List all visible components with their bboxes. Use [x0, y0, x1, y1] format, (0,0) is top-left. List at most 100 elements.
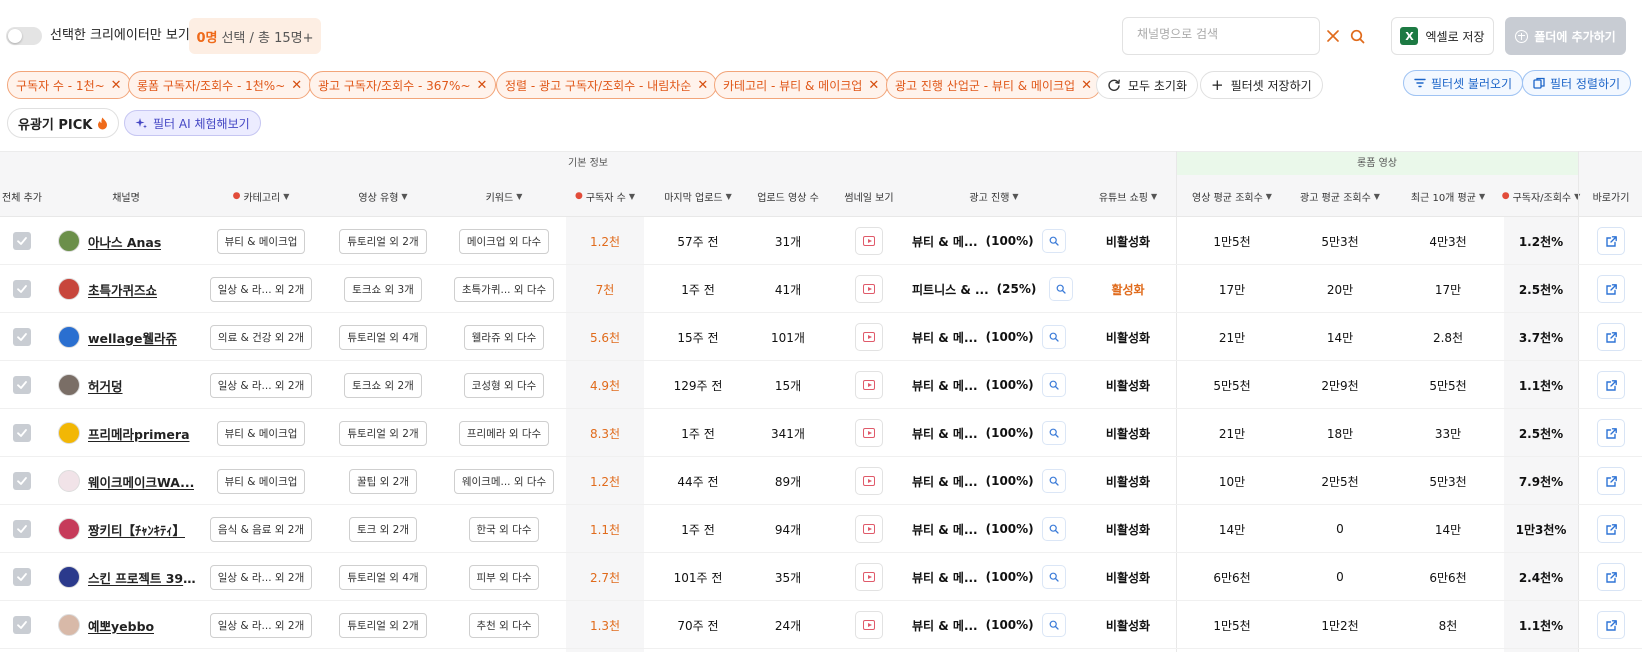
category-tag[interactable]: 뷰티 & 메이크업 — [216, 468, 306, 494]
header-ad-avg-views[interactable]: 광고 평균 조회수 ▼ — [1286, 175, 1394, 217]
search-input[interactable] — [1137, 27, 1277, 41]
keyword-tag[interactable]: 초특가퀴... 외 다수 — [453, 276, 555, 302]
video-type-tag[interactable]: 튜토리얼 외 4개 — [339, 324, 427, 350]
channel-name-link[interactable]: 허거덩 — [88, 376, 123, 395]
open-channel-button[interactable] — [1597, 563, 1625, 591]
header-last-upload[interactable]: 마지막 업로드 ▼ — [648, 175, 748, 217]
clear-search-icon[interactable] — [1325, 28, 1341, 44]
category-tag[interactable]: 의료 & 건강 외 2개 — [209, 324, 313, 350]
keyword-tag[interactable]: 메이크업 외 다수 — [458, 228, 550, 254]
video-type-tag[interactable]: 토크 외 2개 — [349, 516, 417, 542]
channel-name-link[interactable]: 짱키티【ﾁｬﾝｷﾃｨ】 — [88, 520, 185, 539]
category-tag[interactable]: 음식 & 음료 외 2개 — [209, 516, 313, 542]
thumbnail-button[interactable] — [855, 515, 883, 543]
channel-name-link[interactable]: 스킨 프로젝트 3901 — [88, 568, 196, 587]
thumbnail-button[interactable] — [855, 419, 883, 447]
ad-detail-button[interactable] — [1041, 565, 1066, 589]
ad-detail-button[interactable] — [1041, 373, 1066, 397]
header-keyword[interactable]: 키워드 ▼ — [446, 175, 562, 217]
close-icon[interactable]: ✕ — [111, 79, 122, 92]
row-checkbox[interactable] — [13, 376, 31, 394]
excel-export-button[interactable]: X 엑셀로 저장 — [1391, 17, 1494, 55]
close-icon[interactable]: ✕ — [868, 79, 879, 92]
video-type-tag[interactable]: 토크쇼 외 3개 — [344, 276, 422, 302]
thumbnail-button[interactable] — [855, 323, 883, 351]
close-icon[interactable]: ✕ — [697, 79, 708, 92]
header-avg-views[interactable]: 영상 평균 조회수 ▼ — [1178, 175, 1286, 217]
header-select-all[interactable]: 전체 추가 — [0, 175, 44, 217]
header-sub-ratio[interactable]: ●구독자/조회수▼ — [1502, 175, 1581, 217]
channel-name-link[interactable]: 초특가퀴즈쇼 — [88, 280, 157, 299]
load-filterset-button[interactable]: 필터셋 불러오기 — [1403, 70, 1524, 96]
pick-button[interactable]: 유광기 PICK — [7, 108, 120, 138]
ad-detail-button[interactable] — [1041, 421, 1066, 445]
keyword-tag[interactable]: 피부 외 다수 — [468, 564, 540, 590]
row-checkbox[interactable] — [13, 520, 31, 538]
row-checkbox[interactable] — [13, 424, 31, 442]
video-type-tag[interactable]: 꿀팁 외 2개 — [349, 468, 417, 494]
filter-chip-sort[interactable]: 정렬 - 광고 구독자/조회수 - 내림차순 ✕ — [496, 71, 718, 99]
header-ad[interactable]: 광고 진행 ▼ — [908, 175, 1080, 217]
category-tag[interactable]: 뷰티 & 메이크업 — [216, 228, 306, 254]
category-tag[interactable]: 일상 & 라... 외 2개 — [209, 564, 313, 590]
search-icon[interactable] — [1348, 27, 1366, 45]
category-tag[interactable]: 일상 & 라... 외 2개 — [209, 276, 313, 302]
filter-chip-longform-ratio[interactable]: 롱폼 구독자/조회수 - 1천%~ ✕ — [128, 71, 312, 99]
thumbnail-button[interactable] — [855, 371, 883, 399]
keyword-tag[interactable]: 웰라쥬 외 다수 — [463, 324, 545, 350]
ad-detail-button[interactable] — [1048, 277, 1073, 301]
open-channel-button[interactable] — [1597, 611, 1625, 639]
row-checkbox[interactable] — [13, 472, 31, 490]
category-tag[interactable]: 일상 & 라... 외 2개 — [209, 372, 313, 398]
keyword-tag[interactable]: 추천 외 다수 — [468, 612, 540, 638]
row-checkbox[interactable] — [13, 280, 31, 298]
row-checkbox[interactable] — [13, 568, 31, 586]
thumbnail-button[interactable] — [855, 275, 883, 303]
thumbnail-button[interactable] — [855, 611, 883, 639]
category-tag[interactable]: 뷰티 & 메이크업 — [216, 420, 306, 446]
header-video-type[interactable]: 영상 유형 ▼ — [324, 175, 442, 217]
selected-only-toggle[interactable] — [6, 27, 42, 45]
sort-filters-button[interactable]: 필터 정렬하기 — [1522, 70, 1632, 96]
filter-chip-ad-ratio[interactable]: 광고 구독자/조회수 - 367%~ ✕ — [309, 71, 497, 99]
filter-chip-subscribers[interactable]: 구독자 수 - 1천~ ✕ — [7, 71, 131, 99]
category-tag[interactable]: 일상 & 라... 외 2개 — [209, 612, 313, 638]
filter-chip-category[interactable]: 카테고리 - 뷰티 & 메이크업 ✕ — [714, 71, 889, 99]
add-to-folder-button[interactable]: 폴더에 추가하기 — [1505, 17, 1626, 55]
keyword-tag[interactable]: 웨이크메... 외 다수 — [453, 468, 555, 494]
video-type-tag[interactable]: 튜토리얼 외 2개 — [339, 612, 427, 638]
keyword-tag[interactable]: 코성형 외 다수 — [463, 372, 545, 398]
video-type-tag[interactable]: 튜토리얼 외 4개 — [339, 564, 427, 590]
thumbnail-button[interactable] — [855, 563, 883, 591]
reset-all-button[interactable]: 모두 초기화 — [1096, 71, 1199, 99]
open-channel-button[interactable] — [1597, 275, 1625, 303]
open-channel-button[interactable] — [1597, 323, 1625, 351]
channel-name-link[interactable]: 웨이크메이크WA... — [88, 472, 194, 491]
ad-detail-button[interactable] — [1041, 325, 1066, 349]
video-type-tag[interactable]: 튜토리얼 외 2개 — [339, 228, 427, 254]
close-icon[interactable]: ✕ — [1081, 79, 1092, 92]
row-checkbox[interactable] — [13, 616, 31, 634]
ad-detail-button[interactable] — [1041, 517, 1066, 541]
header-category[interactable]: ● 카테고리 ▼ — [200, 175, 322, 217]
thumbnail-button[interactable] — [855, 227, 883, 255]
ad-detail-button[interactable] — [1041, 229, 1066, 253]
header-subscribers[interactable]: ● 구독자 수 ▼ — [566, 175, 644, 217]
open-channel-button[interactable] — [1597, 419, 1625, 447]
header-shopping[interactable]: 유튜브 쇼핑 ▼ — [1080, 175, 1176, 217]
thumbnail-button[interactable] — [855, 467, 883, 495]
open-channel-button[interactable] — [1597, 371, 1625, 399]
save-filterset-button[interactable]: + 필터셋 저장하기 — [1200, 71, 1323, 99]
row-checkbox[interactable] — [13, 232, 31, 250]
keyword-tag[interactable]: 한국 외 다수 — [468, 516, 540, 542]
channel-name-link[interactable]: wellage웰라쥬 — [88, 328, 177, 347]
channel-name-link[interactable]: 프리메라primera — [88, 424, 190, 443]
close-icon[interactable]: ✕ — [477, 79, 488, 92]
ai-filter-button[interactable]: 필터 AI 체험해보기 — [124, 110, 261, 136]
open-channel-button[interactable] — [1597, 515, 1625, 543]
filter-chip-ad-industry[interactable]: 광고 진행 산업군 - 뷰티 & 메이크업 ✕ — [886, 71, 1102, 99]
video-type-tag[interactable]: 튜토리얼 외 2개 — [339, 420, 427, 446]
header-recent10[interactable]: 최근 10개 평균 ▼ — [1394, 175, 1502, 217]
channel-name-link[interactable]: 아나스 Anas — [88, 232, 161, 251]
channel-name-link[interactable]: 예뽀yebbo — [88, 616, 154, 635]
